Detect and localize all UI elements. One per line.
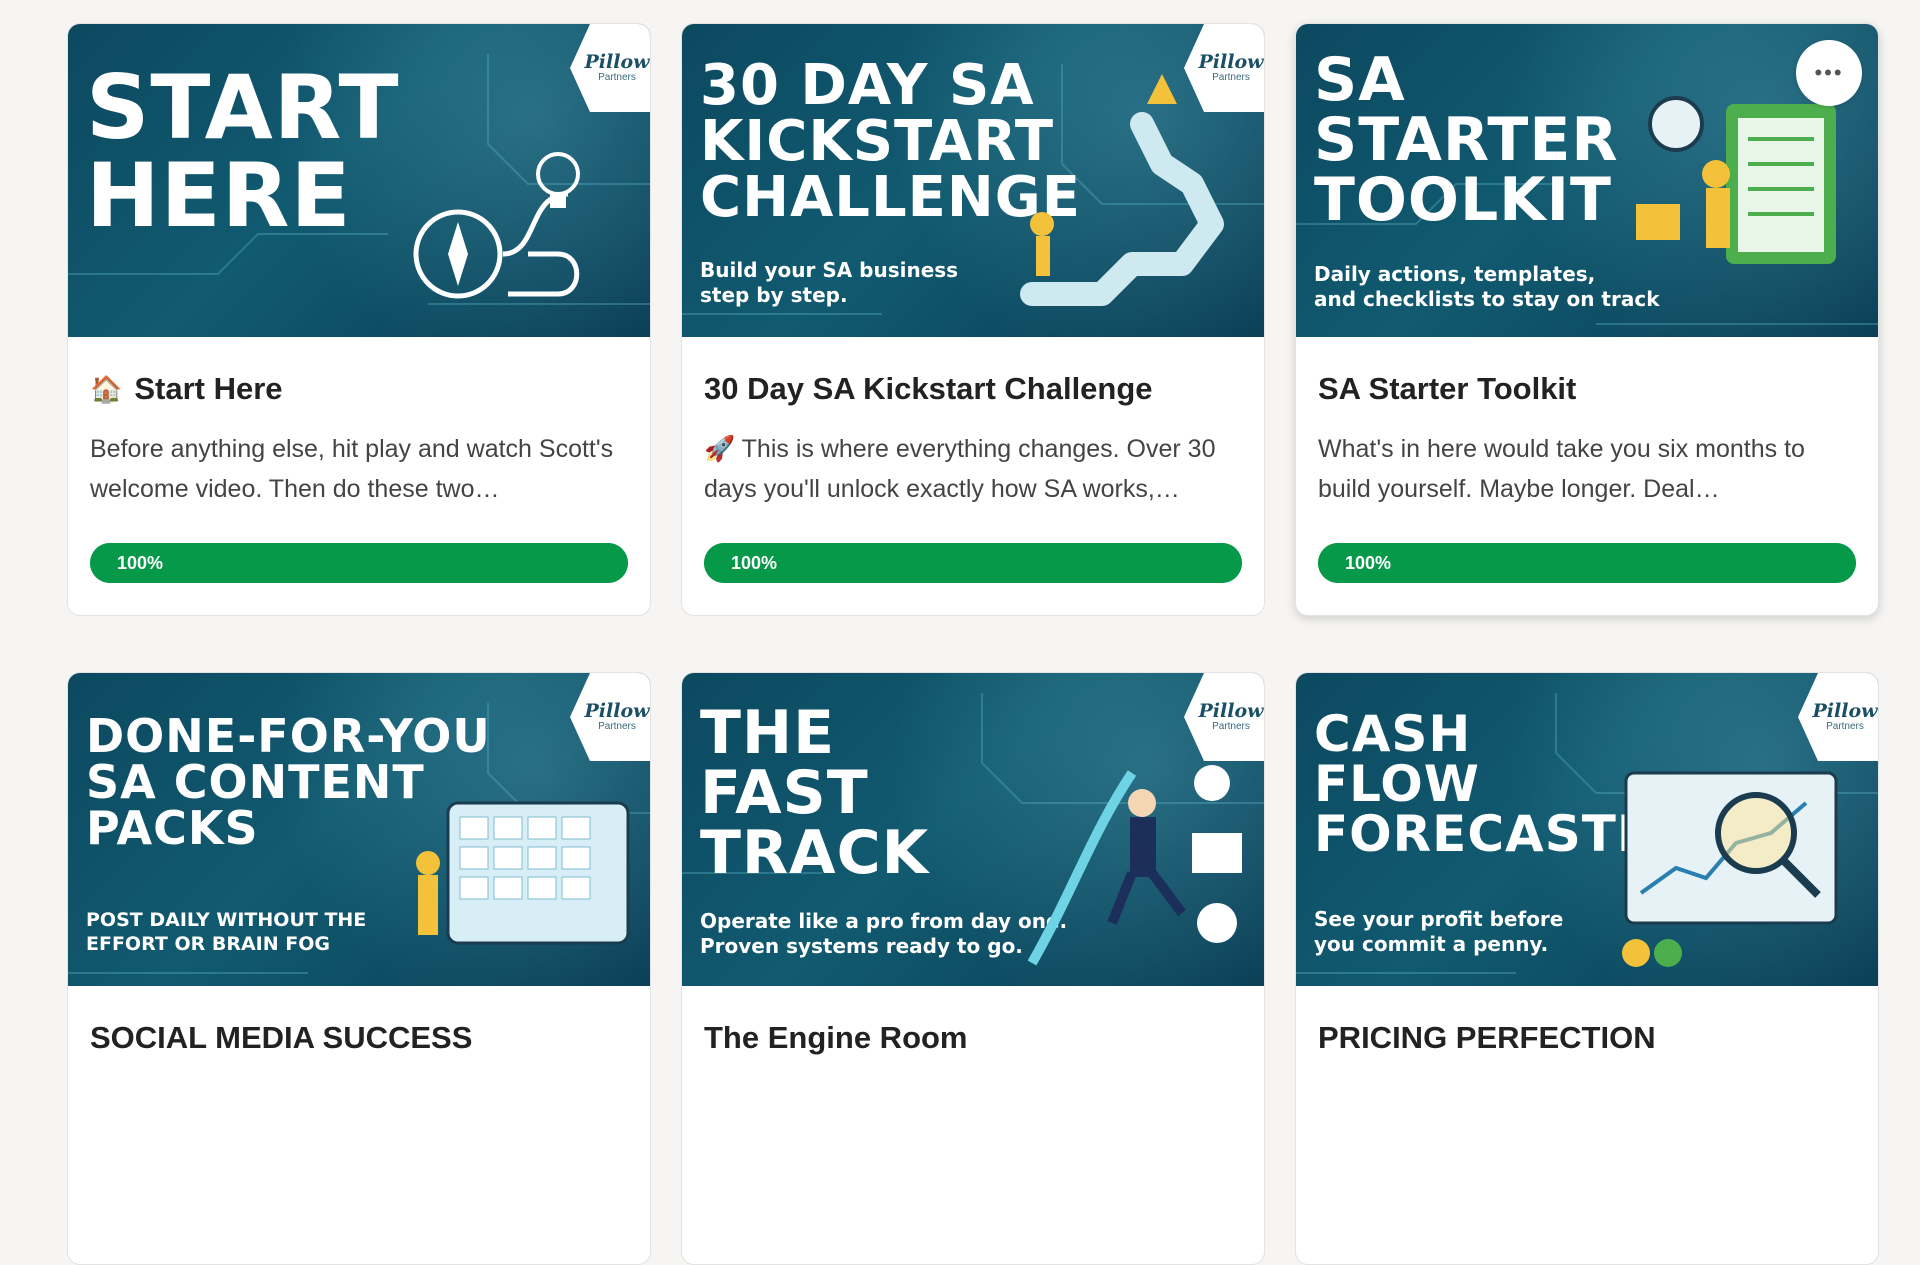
card-body: SA Starter Toolkit What's in here would … xyxy=(1296,337,1878,583)
logo-subtext: Partners xyxy=(598,721,636,732)
course-title: 🏠 Start Here xyxy=(90,369,628,409)
progress-label: 100% xyxy=(117,553,164,573)
course-card-pricing-perfection[interactable]: CASH FLOW FORECASTER See your profit bef… xyxy=(1295,672,1879,1265)
course-cover-image: CASH FLOW FORECASTER See your profit bef… xyxy=(1296,673,1878,986)
course-cover-image: 30 DAY SA KICKSTART CHALLENGE Build your… xyxy=(682,24,1264,337)
logo-text: Pillow xyxy=(1198,700,1264,722)
course-title: The Engine Room xyxy=(704,1018,1242,1058)
course-title: SA Starter Toolkit xyxy=(1318,369,1856,409)
progress-bar: 100% xyxy=(1318,543,1856,583)
progress-bar: 100% xyxy=(90,543,628,583)
progress-fill xyxy=(1318,543,1856,583)
progress-label: 100% xyxy=(1345,553,1392,573)
course-title-text: SA Starter Toolkit xyxy=(1318,371,1577,406)
course-title-text: 30 Day SA Kickstart Challenge xyxy=(704,371,1153,406)
cashflow-chart-magnifier-icon xyxy=(1622,771,1838,967)
compass-lightbulb-icon xyxy=(413,152,580,299)
rocket-icon: 🚀 xyxy=(704,435,736,463)
logo-subtext: Partners xyxy=(1826,721,1864,732)
progress-fill xyxy=(90,543,628,583)
course-title: SOCIAL MEDIA SUCCESS xyxy=(90,1018,628,1058)
card-body: 30 Day SA Kickstart Challenge 🚀 This is … xyxy=(682,337,1264,583)
course-description: 🚀 This is where everything changes. Over… xyxy=(704,429,1242,509)
logo-text: Pillow xyxy=(584,700,650,722)
more-horizontal-icon: ••• xyxy=(1814,60,1844,85)
progress-fill xyxy=(704,543,1242,583)
cover-title: SA STARTER TOOLKIT xyxy=(1314,45,1619,235)
house-icon: 🏠 xyxy=(90,374,123,404)
course-card-sa-starter-toolkit[interactable]: SA STARTER TOOLKIT Daily actions, templa… xyxy=(1295,23,1879,616)
card-body: SOCIAL MEDIA SUCCESS xyxy=(68,986,650,1058)
logo-subtext: Partners xyxy=(598,72,636,83)
logo-text: Pillow xyxy=(1198,51,1264,73)
course-card-engine-room[interactable]: THE FAST TRACK Operate like a pro from d… xyxy=(681,672,1265,1265)
course-cover-image: SA STARTER TOOLKIT Daily actions, templa… xyxy=(1296,24,1878,337)
course-description: Before anything else, hit play and watch… xyxy=(90,435,614,503)
course-card-30-day-kickstart[interactable]: 30 DAY SA KICKSTART CHALLENGE Build your… xyxy=(681,23,1265,616)
course-card-start-here[interactable]: START HERE Pillow Partners 🏠 Start Here … xyxy=(67,23,651,616)
course-title: 30 Day SA Kickstart Challenge xyxy=(704,369,1242,409)
course-description: What's in here would take you six months… xyxy=(1318,435,1805,503)
card-body: PRICING PERFECTION xyxy=(1296,986,1878,1058)
progress-label: 100% xyxy=(731,553,778,573)
course-description-text: This is where everything changes. Over 3… xyxy=(704,435,1216,503)
course-cover-image: THE FAST TRACK Operate like a pro from d… xyxy=(682,673,1264,986)
cover-title: START HERE xyxy=(86,56,400,247)
course-title-text: The Engine Room xyxy=(704,1020,968,1055)
logo-text: Pillow xyxy=(1812,700,1878,722)
more-options-button[interactable]: ••• xyxy=(1796,40,1862,106)
cover-subtitle: POST DAILY WITHOUT THE EFFORT OR BRAIN F… xyxy=(86,909,367,955)
course-title: PRICING PERFECTION xyxy=(1318,1018,1856,1058)
content-calendar-icon xyxy=(416,801,630,945)
course-title-text: SOCIAL MEDIA SUCCESS xyxy=(90,1020,473,1055)
cover-title: THE FAST TRACK xyxy=(700,698,930,888)
logo-text: Pillow xyxy=(584,51,650,73)
cover-subtitle: See your profit before you commit a penn… xyxy=(1314,907,1564,956)
cover-subtitle: Daily actions, templates, and checklists… xyxy=(1314,262,1660,311)
course-cover-image: START HERE Pillow Partners xyxy=(68,24,650,337)
checklist-board-icon xyxy=(1636,96,1836,264)
course-card-social-media-success[interactable]: DONE-FOR-YOU SA CONTENT PACKS POST DAILY… xyxy=(67,672,651,1265)
course-title-text: Start Here xyxy=(134,371,283,406)
cover-subtitle: Build your SA business step by step. xyxy=(700,258,959,307)
card-body: 🏠 Start Here Before anything else, hit p… xyxy=(68,337,650,583)
logo-subtext: Partners xyxy=(1212,721,1250,732)
logo-subtext: Partners xyxy=(1212,72,1250,83)
course-grid: START HERE Pillow Partners 🏠 Start Here … xyxy=(67,23,1879,1265)
card-body: The Engine Room xyxy=(682,986,1264,1058)
progress-bar: 100% xyxy=(704,543,1242,583)
course-title-text: PRICING PERFECTION xyxy=(1318,1020,1656,1055)
course-cover-image: DONE-FOR-YOU SA CONTENT PACKS POST DAILY… xyxy=(68,673,650,986)
